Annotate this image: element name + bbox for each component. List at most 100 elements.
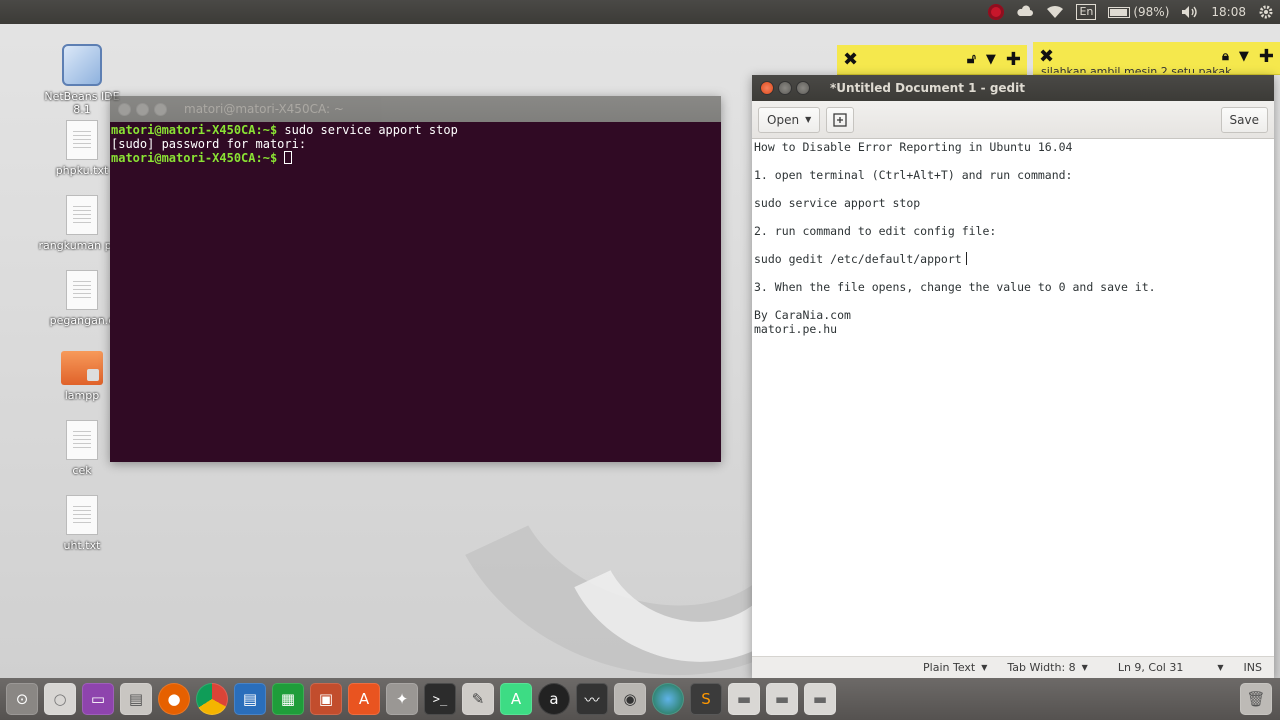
battery-indicator[interactable]: (98%) bbox=[1108, 0, 1169, 24]
wifi-icon bbox=[1047, 5, 1064, 18]
open-button[interactable]: Open ▼ bbox=[758, 106, 821, 133]
tab-width-selector[interactable]: Tab Width: 8 ▼ bbox=[1007, 661, 1087, 674]
text-file-icon bbox=[66, 120, 98, 160]
chevron-down-icon[interactable]: ▼ bbox=[986, 52, 996, 67]
sound-indicator[interactable] bbox=[1181, 0, 1199, 24]
battery-icon bbox=[1108, 6, 1131, 18]
session-menu[interactable] bbox=[1258, 0, 1274, 24]
editor-line: sudo service apport stop bbox=[754, 196, 921, 210]
new-tab-button[interactable] bbox=[826, 106, 855, 133]
chevron-down-icon: ▼ bbox=[981, 663, 988, 672]
close-button[interactable] bbox=[760, 81, 774, 95]
browser-globe-icon[interactable] bbox=[652, 683, 684, 715]
text-cursor-icon bbox=[965, 252, 967, 265]
chevron-down-icon: ▼ bbox=[805, 115, 812, 124]
desktop-icon-label: NetBeans IDE 8.1 bbox=[44, 90, 120, 116]
sticky-note[interactable]: ✖ 🔓︎ ▼ ✚ bbox=[837, 45, 1027, 75]
settings-icon[interactable]: ✦ bbox=[386, 683, 418, 715]
folder-icon[interactable]: ▤ bbox=[120, 683, 152, 715]
terminal-line: [sudo] password for matori: bbox=[111, 137, 720, 151]
chevron-down-icon: ▼ bbox=[1081, 663, 1088, 672]
language-selector[interactable]: Plain Text ▼ bbox=[923, 661, 987, 674]
top-panel: En (98%) 18:08 bbox=[0, 0, 1280, 24]
chevron-down-icon[interactable]: ▼ bbox=[1239, 49, 1249, 64]
text-file-icon bbox=[66, 270, 98, 310]
editor-line: By CaraNia.com bbox=[754, 308, 851, 322]
drive-icon[interactable]: ▬ bbox=[766, 683, 798, 715]
software-center-icon[interactable]: A bbox=[348, 683, 380, 715]
gedit-window[interactable]: *Untitled Document 1 - gedit Open ▼ Save… bbox=[752, 75, 1274, 678]
close-icon[interactable]: ✖ bbox=[1039, 46, 1054, 67]
editor-line: matori.pe.hu bbox=[754, 322, 838, 336]
plus-icon[interactable]: ✚ bbox=[1259, 46, 1274, 67]
chrome-icon[interactable] bbox=[196, 683, 228, 715]
minimize-button[interactable] bbox=[136, 102, 149, 116]
android-studio-icon[interactable]: A bbox=[500, 683, 532, 715]
terminal-cursor bbox=[284, 151, 293, 164]
maximize-button[interactable] bbox=[154, 102, 167, 116]
editor-text-area[interactable]: How to Disable Error Reporting in Ubuntu… bbox=[752, 139, 1274, 656]
sticky-note-text[interactable]: silahkan ambil mesin 2 setu pakak bbox=[1041, 65, 1241, 73]
insert-mode-label: INS bbox=[1243, 661, 1262, 674]
text-editor-icon[interactable]: ✎ bbox=[462, 683, 494, 715]
editor-line: How to Disable Error Reporting in Ubuntu… bbox=[754, 140, 1073, 154]
writer-icon[interactable]: ▤ bbox=[234, 683, 266, 715]
gedit-toolbar: Open ▼ Save bbox=[752, 101, 1274, 139]
desktop-icon-uht[interactable]: uht.txt bbox=[37, 495, 127, 552]
purple-app-icon[interactable]: ▭ bbox=[82, 683, 114, 715]
dash-icon[interactable]: ⊙ bbox=[6, 683, 38, 715]
close-button[interactable] bbox=[118, 102, 131, 116]
text-file-icon bbox=[66, 495, 98, 535]
text-file-icon bbox=[66, 420, 98, 460]
firefox-icon[interactable]: ● bbox=[158, 683, 190, 715]
open-button-label: Open bbox=[767, 112, 800, 127]
screenshot-icon[interactable]: ◉ bbox=[614, 683, 646, 715]
terminal-line: matori@matori-X450CA:~$ bbox=[111, 151, 720, 165]
terminal-icon[interactable]: >_ bbox=[424, 683, 456, 715]
cloud-indicator[interactable] bbox=[1016, 0, 1034, 24]
plus-icon[interactable]: ✚ bbox=[1006, 49, 1021, 70]
save-button[interactable]: Save bbox=[1220, 106, 1268, 133]
editor-line-current: sudo gedit /etc/default/apport bbox=[754, 252, 1272, 266]
trash-icon[interactable]: 🗑︎ bbox=[1240, 683, 1272, 715]
terminal-titlebar[interactable]: matori@matori-X450CA: ~ bbox=[110, 96, 721, 122]
record-icon bbox=[988, 4, 1005, 20]
gedit-titlebar[interactable]: *Untitled Document 1 - gedit bbox=[752, 75, 1274, 101]
unlock-icon[interactable]: 🔓︎ bbox=[967, 51, 976, 67]
close-icon[interactable]: ✖ bbox=[843, 49, 858, 70]
lock-icon[interactable]: 🔒︎ bbox=[1222, 49, 1229, 64]
netbeans-icon bbox=[62, 44, 102, 86]
files-icon[interactable]: ○ bbox=[44, 683, 76, 715]
clock[interactable]: 18:08 bbox=[1211, 0, 1246, 24]
gedit-statusbar: Plain Text ▼ Tab Width: 8 ▼ Ln 9, Col 31… bbox=[752, 656, 1274, 678]
cursor-position[interactable]: Ln 9, Col 31 ▼ bbox=[1118, 661, 1224, 674]
calc-icon[interactable]: ▦ bbox=[272, 683, 304, 715]
sublime-text-icon[interactable]: S bbox=[690, 683, 722, 715]
recorder-indicator[interactable] bbox=[988, 0, 1005, 24]
clock-label: 18:08 bbox=[1211, 5, 1246, 19]
text-file-icon bbox=[66, 195, 98, 235]
insert-mode: INS bbox=[1244, 661, 1262, 674]
system-monitor-icon[interactable]: 〰 bbox=[576, 683, 608, 715]
drive-icon[interactable]: ▬ bbox=[804, 683, 836, 715]
minimize-button[interactable] bbox=[778, 81, 792, 95]
wifi-indicator[interactable] bbox=[1046, 0, 1064, 24]
sticky-note[interactable]: ✖ 🔒︎ ▼ ✚ silahkan ambil mesin 2 setu pak… bbox=[1033, 42, 1280, 75]
terminal-command bbox=[277, 151, 284, 165]
anoise-icon[interactable]: a bbox=[538, 683, 570, 715]
drive-icon[interactable]: ▬ bbox=[728, 683, 760, 715]
battery-percentage: (98%) bbox=[1133, 5, 1170, 19]
terminal-window[interactable]: matori@matori-X450CA: ~ matori@matori-X4… bbox=[110, 96, 721, 462]
maximize-button[interactable] bbox=[796, 81, 810, 95]
terminal-text: [sudo] password for matori: bbox=[111, 137, 307, 151]
impress-icon[interactable]: ▣ bbox=[310, 683, 342, 715]
keyboard-layout-indicator[interactable]: En bbox=[1076, 0, 1097, 24]
cloud-icon bbox=[1017, 5, 1034, 17]
terminal-output[interactable]: matori@matori-X450CA:~$ sudo service app… bbox=[110, 122, 721, 462]
desktop-icon-label: phpku.txt bbox=[55, 164, 109, 177]
